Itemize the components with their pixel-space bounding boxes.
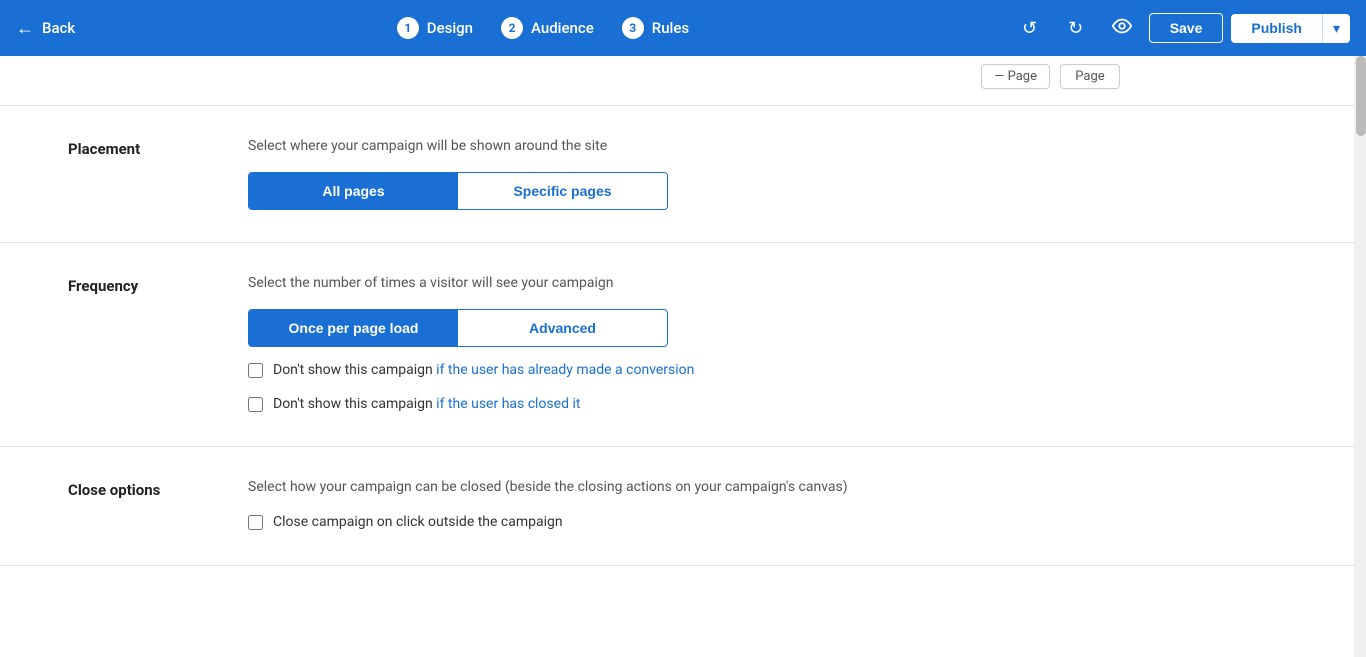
steps-nav: 1 Design 2 Audience 3 Rules bbox=[397, 17, 689, 39]
page-content: — Page Page Placement Select where your … bbox=[0, 56, 1366, 657]
advanced-button[interactable]: Advanced bbox=[458, 310, 667, 346]
close-options-label: Close options bbox=[68, 479, 208, 499]
undo-button[interactable]: ↺ bbox=[1011, 9, 1049, 47]
save-button[interactable]: Save bbox=[1149, 13, 1224, 43]
placement-section: Placement Select where your campaign wil… bbox=[0, 106, 1366, 243]
placement-content: Select where your campaign will be shown… bbox=[248, 138, 1120, 210]
step-rules[interactable]: 3 Rules bbox=[622, 17, 689, 39]
chevron-down-icon: ▾ bbox=[1333, 20, 1340, 36]
frequency-label: Frequency bbox=[68, 275, 208, 295]
placement-toggle: All pages Specific pages bbox=[248, 172, 668, 210]
top-partial: — Page Page bbox=[0, 56, 1366, 106]
closed-checkbox-label: Don't show this campaign if the user has… bbox=[273, 395, 580, 415]
conversion-checkbox-label: Don't show this campaign if the user has… bbox=[273, 361, 694, 381]
specific-pages-button[interactable]: Specific pages bbox=[458, 173, 667, 209]
publish-dropdown-button[interactable]: ▾ bbox=[1322, 14, 1350, 43]
publish-group: Publish ▾ bbox=[1231, 14, 1350, 43]
step-audience-label: Audience bbox=[531, 19, 594, 37]
close-options-content: Select how your campaign can be closed (… bbox=[248, 479, 1120, 533]
close-options-description: Select how your campaign can be closed (… bbox=[248, 479, 1120, 495]
topnav: ← Back 1 Design 2 Audience 3 Rules ↺ ↻ bbox=[0, 0, 1366, 56]
scrollbar-track[interactable] bbox=[1354, 56, 1366, 657]
step-audience[interactable]: 2 Audience bbox=[501, 17, 594, 39]
step-design[interactable]: 1 Design bbox=[397, 17, 473, 39]
topnav-actions: ↺ ↻ Save Publish ▾ bbox=[1011, 9, 1350, 47]
partial-box-1: — Page bbox=[981, 64, 1050, 89]
back-label: Back bbox=[42, 19, 75, 37]
step-rules-num: 3 bbox=[622, 17, 644, 39]
close-on-click-checkbox[interactable] bbox=[248, 515, 263, 530]
close-on-click-label: Close campaign on click outside the camp… bbox=[273, 513, 563, 533]
frequency-section: Frequency Select the number of times a v… bbox=[0, 243, 1366, 447]
conversion-checkbox[interactable] bbox=[248, 363, 263, 378]
once-per-page-button[interactable]: Once per page load bbox=[249, 310, 458, 346]
back-arrow-icon: ← bbox=[16, 18, 34, 39]
undo-icon: ↺ bbox=[1022, 18, 1037, 39]
step-design-num: 1 bbox=[397, 17, 419, 39]
preview-icon bbox=[1111, 15, 1133, 42]
conversion-checkbox-row: Don't show this campaign if the user has… bbox=[248, 361, 1120, 381]
publish-button[interactable]: Publish bbox=[1231, 14, 1322, 43]
closed-checkbox[interactable] bbox=[248, 397, 263, 412]
frequency-content: Select the number of times a visitor wil… bbox=[248, 275, 1120, 414]
close-on-click-row: Close campaign on click outside the camp… bbox=[248, 513, 1120, 533]
closed-checkbox-row: Don't show this campaign if the user has… bbox=[248, 395, 1120, 415]
frequency-description: Select the number of times a visitor wil… bbox=[248, 275, 1120, 291]
step-design-label: Design bbox=[427, 19, 473, 37]
placement-label: Placement bbox=[68, 138, 208, 158]
redo-button[interactable]: ↻ bbox=[1057, 9, 1095, 47]
redo-icon: ↻ bbox=[1068, 18, 1083, 39]
back-button[interactable]: ← Back bbox=[16, 18, 75, 39]
placement-description: Select where your campaign will be shown… bbox=[248, 138, 1120, 154]
all-pages-button[interactable]: All pages bbox=[249, 173, 458, 209]
scrollbar-thumb[interactable] bbox=[1356, 56, 1366, 136]
frequency-toggle: Once per page load Advanced bbox=[248, 309, 668, 347]
preview-button[interactable] bbox=[1103, 9, 1141, 47]
step-audience-num: 2 bbox=[501, 17, 523, 39]
close-options-section: Close options Select how your campaign c… bbox=[0, 447, 1366, 566]
partial-box-2: Page bbox=[1060, 64, 1120, 89]
step-rules-label: Rules bbox=[652, 19, 689, 37]
